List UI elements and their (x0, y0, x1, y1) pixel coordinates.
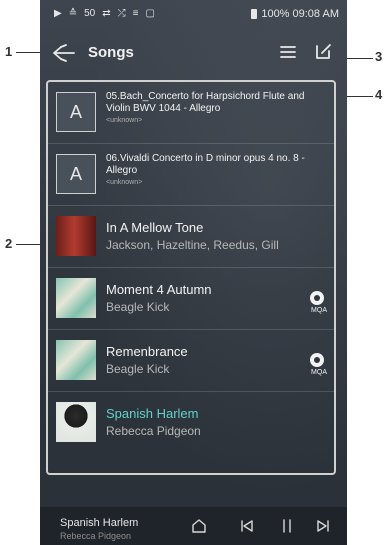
previous-icon[interactable] (239, 518, 255, 534)
list-item[interactable]: Remenbrance Beagle Kick MQA (48, 330, 334, 392)
list-item[interactable]: In A Mellow Tone Jackson, Hazeltine, Ree… (48, 206, 334, 268)
list-item[interactable]: Moment 4 Autumn Beagle Kick MQA (48, 268, 334, 330)
mqa-badge-icon (310, 353, 324, 367)
song-meta: Spanish Harlem Rebecca Pidgeon (106, 406, 331, 438)
shuffle-icon: ⤮ (117, 8, 126, 19)
song-artist: <unknown> (106, 117, 143, 124)
header: Songs (40, 34, 347, 72)
play-indicator-icon: ▶ (54, 8, 62, 19)
song-meta: 05.Bach_Concerto for Harpsichord Flute a… (106, 91, 331, 124)
list-item[interactable]: 05.Bach_Concerto for Harpsichord Flute a… (48, 82, 334, 144)
song-title: 06.Vivaldi Concerto in D minor opus 4 no… (106, 153, 305, 176)
page-title: Songs (88, 44, 134, 61)
song-artist: Jackson, Hazeltine, Reedus, Gill (106, 238, 279, 252)
menu-lines-icon[interactable] (279, 43, 297, 61)
edit-icon[interactable] (313, 42, 333, 62)
song-title: In A Mellow Tone (106, 220, 204, 235)
song-title: Remenbrance (106, 344, 188, 359)
song-meta: 06.Vivaldi Concerto in D minor opus 4 no… (106, 153, 331, 186)
callout-4: 4 (375, 87, 383, 102)
album-art (56, 278, 96, 318)
song-list[interactable]: 05.Bach_Concerto for Harpsichord Flute a… (46, 80, 336, 475)
mqa-badge-label: MQA (311, 307, 327, 314)
now-playing-artist: Rebecca Pidgeon (60, 531, 132, 541)
song-artist: Beagle Kick (106, 300, 170, 314)
next-icon[interactable] (315, 518, 331, 534)
album-art (56, 402, 96, 442)
song-meta: Moment 4 Autumn Beagle Kick (106, 282, 331, 314)
battery-time: 100% 09:08 AM (261, 8, 339, 20)
album-art (56, 216, 96, 256)
battery-icon (251, 9, 258, 19)
back-arrow-icon[interactable] (50, 44, 76, 62)
eq-icon: ≡ (132, 8, 139, 19)
song-artist: Rebecca Pidgeon (106, 424, 201, 438)
album-art-placeholder-icon (56, 92, 96, 132)
album-art-placeholder-icon (56, 154, 96, 194)
device-screen: ▶ ≙ 50 ⇄ ⤮ ≡ ▢ 100% 09:08 AM Songs A 05.… (40, 0, 347, 545)
song-title: Spanish Harlem (106, 406, 199, 421)
song-title: 05.Bach_Concerto for Harpsichord Flute a… (106, 91, 305, 114)
now-playing-title: Spanish Harlem (60, 517, 139, 529)
list-item[interactable]: 06.Vivaldi Concerto in D minor opus 4 no… (48, 144, 334, 206)
home-icon[interactable] (190, 517, 208, 535)
album-art (56, 340, 96, 380)
repeat-icon: ⇄ (102, 8, 111, 19)
list-item[interactable]: Spanish Harlem Rebecca Pidgeon (48, 392, 334, 453)
song-meta: In A Mellow Tone Jackson, Hazeltine, Ree… (106, 220, 331, 252)
status-icons-right: 100% 09:08 AM (251, 8, 339, 20)
mqa-badge-icon (310, 291, 324, 305)
status-bar: ▶ ≙ 50 ⇄ ⤮ ≡ ▢ 100% 09:08 AM (40, 0, 347, 30)
song-artist: <unknown> (106, 179, 143, 186)
pause-icon[interactable] (280, 517, 294, 535)
signal-icon: ≙ (68, 8, 78, 19)
mqa-badge-label: MQA (311, 369, 327, 376)
callout-2: 2 (5, 236, 13, 251)
callout-1: 1 (5, 44, 13, 59)
gallery-icon: ▢ (145, 8, 155, 19)
signal-value: 50 (84, 8, 96, 19)
song-title: Moment 4 Autumn (106, 282, 212, 297)
song-artist: Beagle Kick (106, 362, 170, 376)
song-meta: Remenbrance Beagle Kick (106, 344, 331, 376)
status-icons-left: ▶ ≙ 50 ⇄ ⤮ ≡ ▢ (54, 8, 155, 19)
callout-3: 3 (375, 49, 383, 64)
mini-player[interactable]: Spanish Harlem Rebecca Pidgeon (40, 507, 347, 545)
